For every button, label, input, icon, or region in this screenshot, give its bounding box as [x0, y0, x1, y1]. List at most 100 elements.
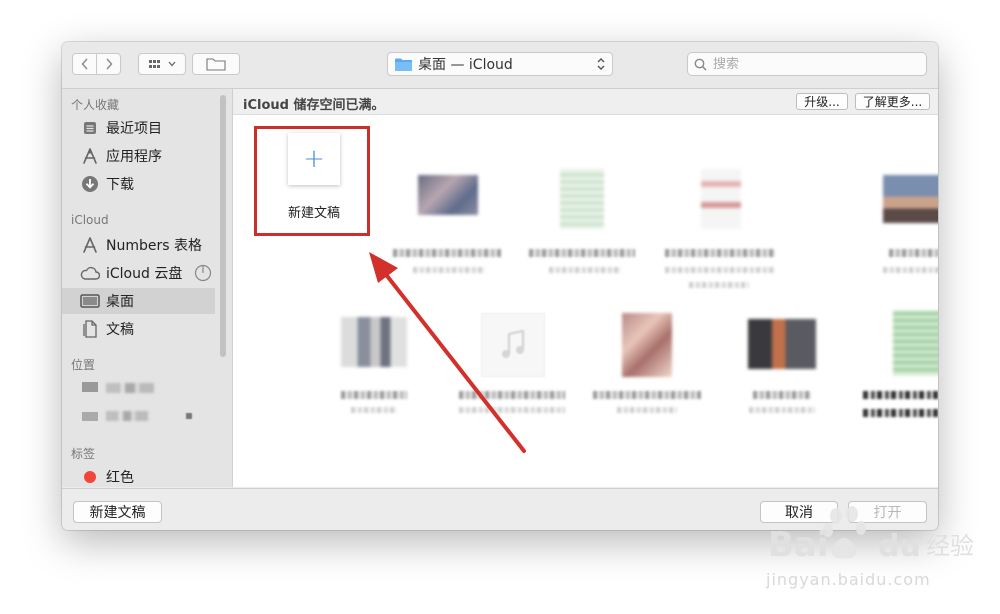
sidebar-header-icloud: iCloud	[71, 213, 109, 227]
folder-icon	[395, 58, 412, 71]
redacted-location-name	[106, 383, 154, 393]
sidebar-item-location-2[interactable]	[62, 403, 215, 429]
chevron-left-icon	[81, 58, 88, 70]
file-thumbnail	[883, 175, 938, 223]
sidebar-item-label: Numbers 表格	[106, 238, 202, 254]
computer-icon	[80, 378, 100, 398]
sidebar-item-label: 最近项目	[106, 121, 162, 137]
music-note-icon	[502, 330, 525, 358]
file-name	[665, 249, 775, 257]
sidebar-item-label: 应用程序	[106, 149, 162, 165]
file-thumbnail	[560, 169, 604, 229]
updown-chevron-icon	[597, 58, 605, 70]
svg-text:Bai: Bai	[768, 525, 829, 565]
back-button[interactable]	[72, 53, 97, 75]
file-thumbnail	[701, 169, 741, 229]
file-name	[753, 391, 811, 399]
numbers-app-icon	[80, 235, 100, 255]
svg-text:经验: 经验	[926, 532, 974, 560]
forward-button[interactable]	[96, 53, 121, 75]
file-name	[459, 391, 565, 399]
watermark-url: jingyan.baidu.com	[766, 570, 931, 589]
file-date	[617, 407, 677, 413]
file-browser: iCloud 储存空间已满。 升级... 了解更多... + 新建文稿	[233, 89, 938, 487]
search-field[interactable]	[687, 52, 927, 76]
sidebar-item-label: 下载	[106, 177, 134, 193]
upgrade-button[interactable]: 升级...	[796, 93, 848, 110]
cancel-button[interactable]: 取消	[760, 501, 838, 523]
file-thumbnail	[341, 317, 407, 367]
eject-icon[interactable]	[186, 413, 192, 419]
file-thumbnail	[622, 313, 672, 377]
new-folder-button[interactable]	[192, 53, 240, 75]
file-name-line2	[665, 267, 775, 273]
file-thumbnail	[893, 311, 938, 375]
location-popup[interactable]: 桌面 — iCloud	[387, 52, 613, 76]
sidebar-item-icloud-drive[interactable]: iCloud 云盘	[62, 260, 215, 286]
redacted-location-name	[106, 411, 148, 421]
file-name	[593, 391, 701, 399]
sidebar-item-tag-red[interactable]: 红色	[62, 464, 215, 490]
sidebar-item-label: 桌面	[106, 294, 134, 310]
download-icon	[80, 174, 100, 194]
recents-icon	[80, 118, 100, 138]
sidebar-scrollbar[interactable]	[220, 95, 226, 357]
file-name	[341, 391, 407, 399]
file-name-line2	[863, 409, 938, 417]
file-name	[393, 249, 501, 257]
open-dialog: 桌面 — iCloud 个人收藏 最近项目 应用程序 下载	[62, 42, 938, 530]
sidebar-item-applications[interactable]: 应用程序	[62, 143, 215, 169]
file-name	[863, 391, 938, 399]
sidebar-item-label: iCloud 云盘	[106, 266, 183, 282]
file-thumbnail	[748, 319, 816, 369]
sidebar-item-desktop[interactable]: 桌面	[62, 288, 215, 314]
view-options-button[interactable]	[138, 53, 186, 75]
new-document-label: 新建文稿	[287, 206, 340, 221]
file-thumbnail	[418, 175, 478, 215]
file-name	[889, 249, 938, 257]
cloud-icon	[80, 263, 100, 283]
desktop-icon	[80, 291, 100, 311]
grid-icon	[148, 60, 160, 68]
search-input[interactable]	[711, 55, 915, 73]
sidebar-item-label: 红色	[106, 470, 134, 486]
sidebar-item-numbers[interactable]: Numbers 表格	[62, 232, 215, 258]
sidebar-item-recents[interactable]: 最近项目	[62, 115, 215, 141]
storage-full-message: iCloud 储存空间已满。	[243, 98, 385, 113]
file-date	[351, 407, 397, 413]
file-date	[883, 267, 938, 273]
svg-text:du: du	[878, 529, 921, 564]
location-label: 桌面 — iCloud	[418, 57, 513, 73]
file-date	[413, 267, 485, 273]
new-folder-icon	[206, 58, 226, 71]
storage-full-banner: iCloud 储存空间已满。 升级... 了解更多...	[233, 89, 938, 115]
sidebar-header-locations: 位置	[71, 358, 96, 372]
sidebar-header-favorites: 个人收藏	[71, 98, 120, 112]
red-tag-icon	[80, 467, 100, 487]
applications-icon	[80, 146, 100, 166]
new-document-button[interactable]: 新建文稿	[73, 501, 162, 523]
search-icon	[694, 58, 707, 71]
file-date	[689, 282, 749, 288]
sidebar: 个人收藏 最近项目 应用程序 下载 iCloud Numbers 表格 iClo…	[62, 89, 233, 487]
new-document-tile[interactable]: +	[288, 133, 340, 185]
file-thumbnail	[481, 313, 545, 377]
file-date	[459, 407, 565, 413]
documents-icon	[80, 319, 100, 339]
chevron-down-icon	[168, 61, 175, 67]
sidebar-item-documents[interactable]: 文稿	[62, 316, 215, 342]
sidebar-item-location-1[interactable]	[62, 375, 215, 401]
chevron-right-icon	[105, 58, 112, 70]
learn-more-button[interactable]: 了解更多...	[855, 93, 930, 110]
toolbar: 桌面 — iCloud	[62, 42, 938, 89]
sidebar-item-label: 文稿	[106, 322, 134, 338]
storage-pie-icon	[195, 264, 212, 282]
sidebar-item-downloads[interactable]: 下载	[62, 171, 215, 197]
plus-icon: +	[303, 144, 325, 174]
dialog-footer: 新建文稿 取消 打开	[62, 488, 938, 530]
file-name	[529, 249, 635, 257]
file-date	[749, 407, 815, 413]
sidebar-header-tags: 标签	[71, 447, 96, 461]
file-date	[549, 267, 621, 273]
open-button[interactable]: 打开	[848, 501, 927, 523]
